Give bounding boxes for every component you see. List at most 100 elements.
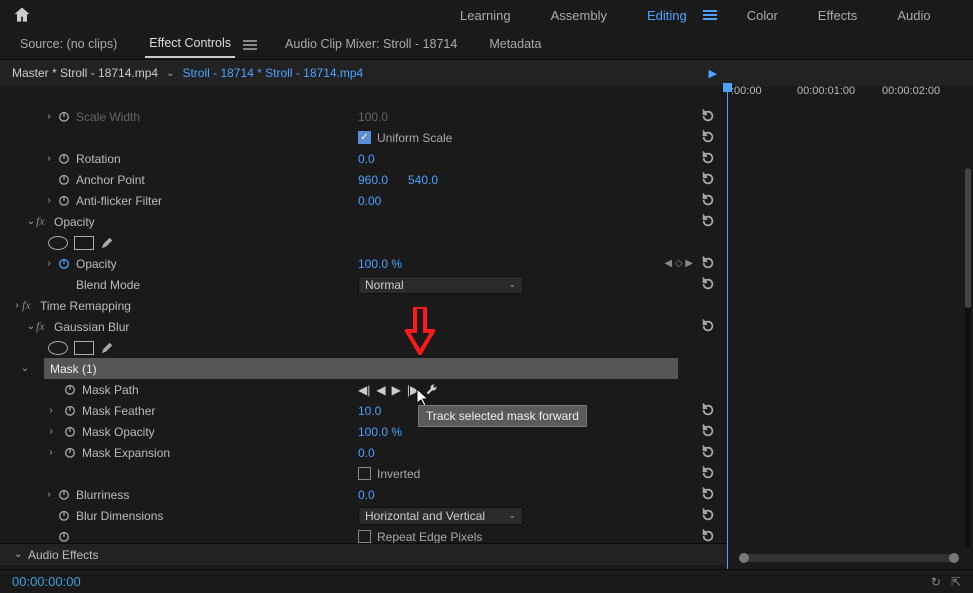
- scrollbar-thumb[interactable]: [965, 168, 971, 308]
- prop-value[interactable]: 10.0: [358, 404, 381, 418]
- workspace-tab-learning[interactable]: Learning: [450, 4, 521, 27]
- playhead[interactable]: [727, 83, 728, 583]
- rect-mask-icon[interactable]: [74, 341, 94, 355]
- twisty-icon[interactable]: ›: [46, 447, 56, 458]
- twisty-icon[interactable]: ›: [44, 489, 54, 500]
- prop-value[interactable]: 0.0: [358, 152, 375, 166]
- reset-icon[interactable]: [701, 487, 717, 503]
- prop-mask-feather: › Mask Feather 10.0: [0, 400, 727, 421]
- reset-icon[interactable]: [701, 151, 717, 167]
- current-timecode[interactable]: 00:00:00:00: [12, 574, 81, 589]
- reset-icon[interactable]: [701, 403, 717, 419]
- pen-mask-icon[interactable]: [100, 341, 114, 355]
- twisty-icon[interactable]: ⌄: [26, 216, 36, 227]
- ellipse-mask-icon[interactable]: [48, 341, 68, 355]
- reset-icon[interactable]: [701, 529, 717, 544]
- twisty-icon[interactable]: ›: [44, 111, 54, 122]
- rect-mask-icon[interactable]: [74, 236, 94, 250]
- chevron-down-icon[interactable]: ⌄: [166, 68, 174, 79]
- fx-badge-icon[interactable]: fx: [36, 214, 50, 229]
- loop-icon[interactable]: ↻: [931, 575, 941, 589]
- slider-handle-left[interactable]: [739, 553, 749, 563]
- repeat-edge-checkbox[interactable]: Repeat Edge Pixels: [358, 530, 482, 544]
- workspace-menu-icon[interactable]: [703, 8, 717, 22]
- twisty-icon[interactable]: ›: [12, 300, 22, 311]
- twisty-icon[interactable]: ›: [46, 426, 56, 437]
- audio-effects-section[interactable]: ⌄ Audio Effects: [0, 543, 727, 565]
- sequence-clip-name[interactable]: Stroll - 18714 * Stroll - 18714.mp4: [182, 66, 363, 80]
- stopwatch-icon[interactable]: [58, 110, 72, 124]
- twisty-icon[interactable]: ›: [44, 195, 54, 206]
- reset-icon[interactable]: [701, 277, 717, 293]
- inverted-checkbox[interactable]: Inverted: [358, 467, 420, 481]
- home-icon[interactable]: [12, 5, 32, 25]
- twisty-icon[interactable]: ›: [46, 405, 56, 416]
- prop-opacity: › Opacity 100.0 % ◀ ◇ ▶: [0, 253, 727, 274]
- stopwatch-icon[interactable]: [64, 446, 78, 460]
- stopwatch-icon[interactable]: [58, 488, 72, 502]
- stopwatch-icon[interactable]: [64, 404, 78, 418]
- reset-icon[interactable]: [701, 256, 717, 272]
- prop-value[interactable]: 100.0 %: [358, 425, 402, 439]
- stopwatch-icon[interactable]: [58, 173, 72, 187]
- panel-tab-metadata[interactable]: Metadata: [485, 33, 545, 57]
- panel-tab-audio-clip-mixer[interactable]: Audio Clip Mixer: Stroll - 18714: [281, 33, 461, 57]
- track-forward-icon[interactable]: ▶: [392, 383, 401, 397]
- chevron-down-icon: ⌄: [508, 510, 516, 521]
- uniform-scale-checkbox[interactable]: Uniform Scale: [358, 131, 452, 145]
- prop-value-y[interactable]: 540.0: [408, 173, 438, 187]
- stopwatch-icon[interactable]: [58, 152, 72, 166]
- prop-value[interactable]: 0.0: [358, 488, 375, 502]
- fx-badge-icon[interactable]: fx: [22, 298, 36, 313]
- workspace-tab-audio[interactable]: Audio: [887, 4, 940, 27]
- prop-value[interactable]: 100.0 %: [358, 257, 402, 271]
- pen-mask-icon[interactable]: [100, 236, 114, 250]
- export-icon[interactable]: ⇱: [951, 575, 961, 589]
- timecode-tick: 00:00:02:00: [882, 85, 940, 97]
- reset-icon[interactable]: [701, 193, 717, 209]
- stopwatch-icon[interactable]: [64, 383, 78, 397]
- stopwatch-icon[interactable]: [58, 194, 72, 208]
- panel-tab-source[interactable]: Source: (no clips): [16, 33, 121, 57]
- slider-handle-right[interactable]: [949, 553, 959, 563]
- stopwatch-icon[interactable]: [58, 509, 72, 523]
- reset-icon[interactable]: [701, 445, 717, 461]
- ellipse-mask-icon[interactable]: [48, 236, 68, 250]
- workspace-tab-color[interactable]: Color: [737, 4, 788, 27]
- reset-icon[interactable]: [701, 130, 717, 146]
- reset-icon[interactable]: [701, 172, 717, 188]
- stopwatch-icon[interactable]: [64, 425, 78, 439]
- reset-icon[interactable]: [701, 214, 717, 230]
- blur-dimensions-dropdown[interactable]: Horizontal and Vertical⌄: [358, 507, 523, 525]
- prop-value[interactable]: 0.0: [358, 446, 375, 460]
- prop-value[interactable]: 0.00: [358, 194, 381, 208]
- twisty-icon[interactable]: ›: [44, 153, 54, 164]
- workspace-tab-assembly[interactable]: Assembly: [541, 4, 617, 27]
- keyframe-nav[interactable]: ◀ ◇ ▶: [664, 258, 693, 269]
- prop-value[interactable]: 100.0: [358, 110, 388, 124]
- blend-mode-dropdown[interactable]: Normal⌄: [358, 276, 523, 294]
- stopwatch-icon[interactable]: [58, 257, 72, 271]
- reset-icon[interactable]: [701, 466, 717, 482]
- panel-menu-icon[interactable]: [243, 38, 257, 52]
- stopwatch-icon[interactable]: [58, 530, 72, 544]
- workspace-tab-editing[interactable]: Editing: [637, 4, 697, 27]
- reset-icon[interactable]: [701, 319, 717, 335]
- prop-value-x[interactable]: 960.0: [358, 173, 388, 187]
- twisty-icon[interactable]: ⌄: [20, 363, 30, 374]
- reset-icon[interactable]: [701, 508, 717, 524]
- twisty-icon[interactable]: ⌄: [26, 321, 36, 332]
- timeline-zoom-slider[interactable]: [739, 554, 959, 562]
- workspace-tab-effects[interactable]: Effects: [808, 4, 868, 27]
- twisty-icon[interactable]: ⌄: [14, 549, 24, 560]
- track-backward-icon[interactable]: ◀: [376, 383, 385, 397]
- track-back-one-icon[interactable]: ◀|: [358, 383, 370, 397]
- fx-badge-icon[interactable]: fx: [36, 319, 50, 334]
- twisty-icon[interactable]: ›: [44, 258, 54, 269]
- reset-icon[interactable]: [701, 109, 717, 125]
- panel-tab-effect-controls[interactable]: Effect Controls: [145, 32, 235, 58]
- effect-timeline[interactable]: :00:00 00:00:01:00 00:00:02:00: [727, 83, 963, 103]
- reset-icon[interactable]: [701, 424, 717, 440]
- mask-1[interactable]: ⌄ Mask (1): [44, 358, 678, 379]
- vertical-scrollbar[interactable]: [965, 168, 971, 548]
